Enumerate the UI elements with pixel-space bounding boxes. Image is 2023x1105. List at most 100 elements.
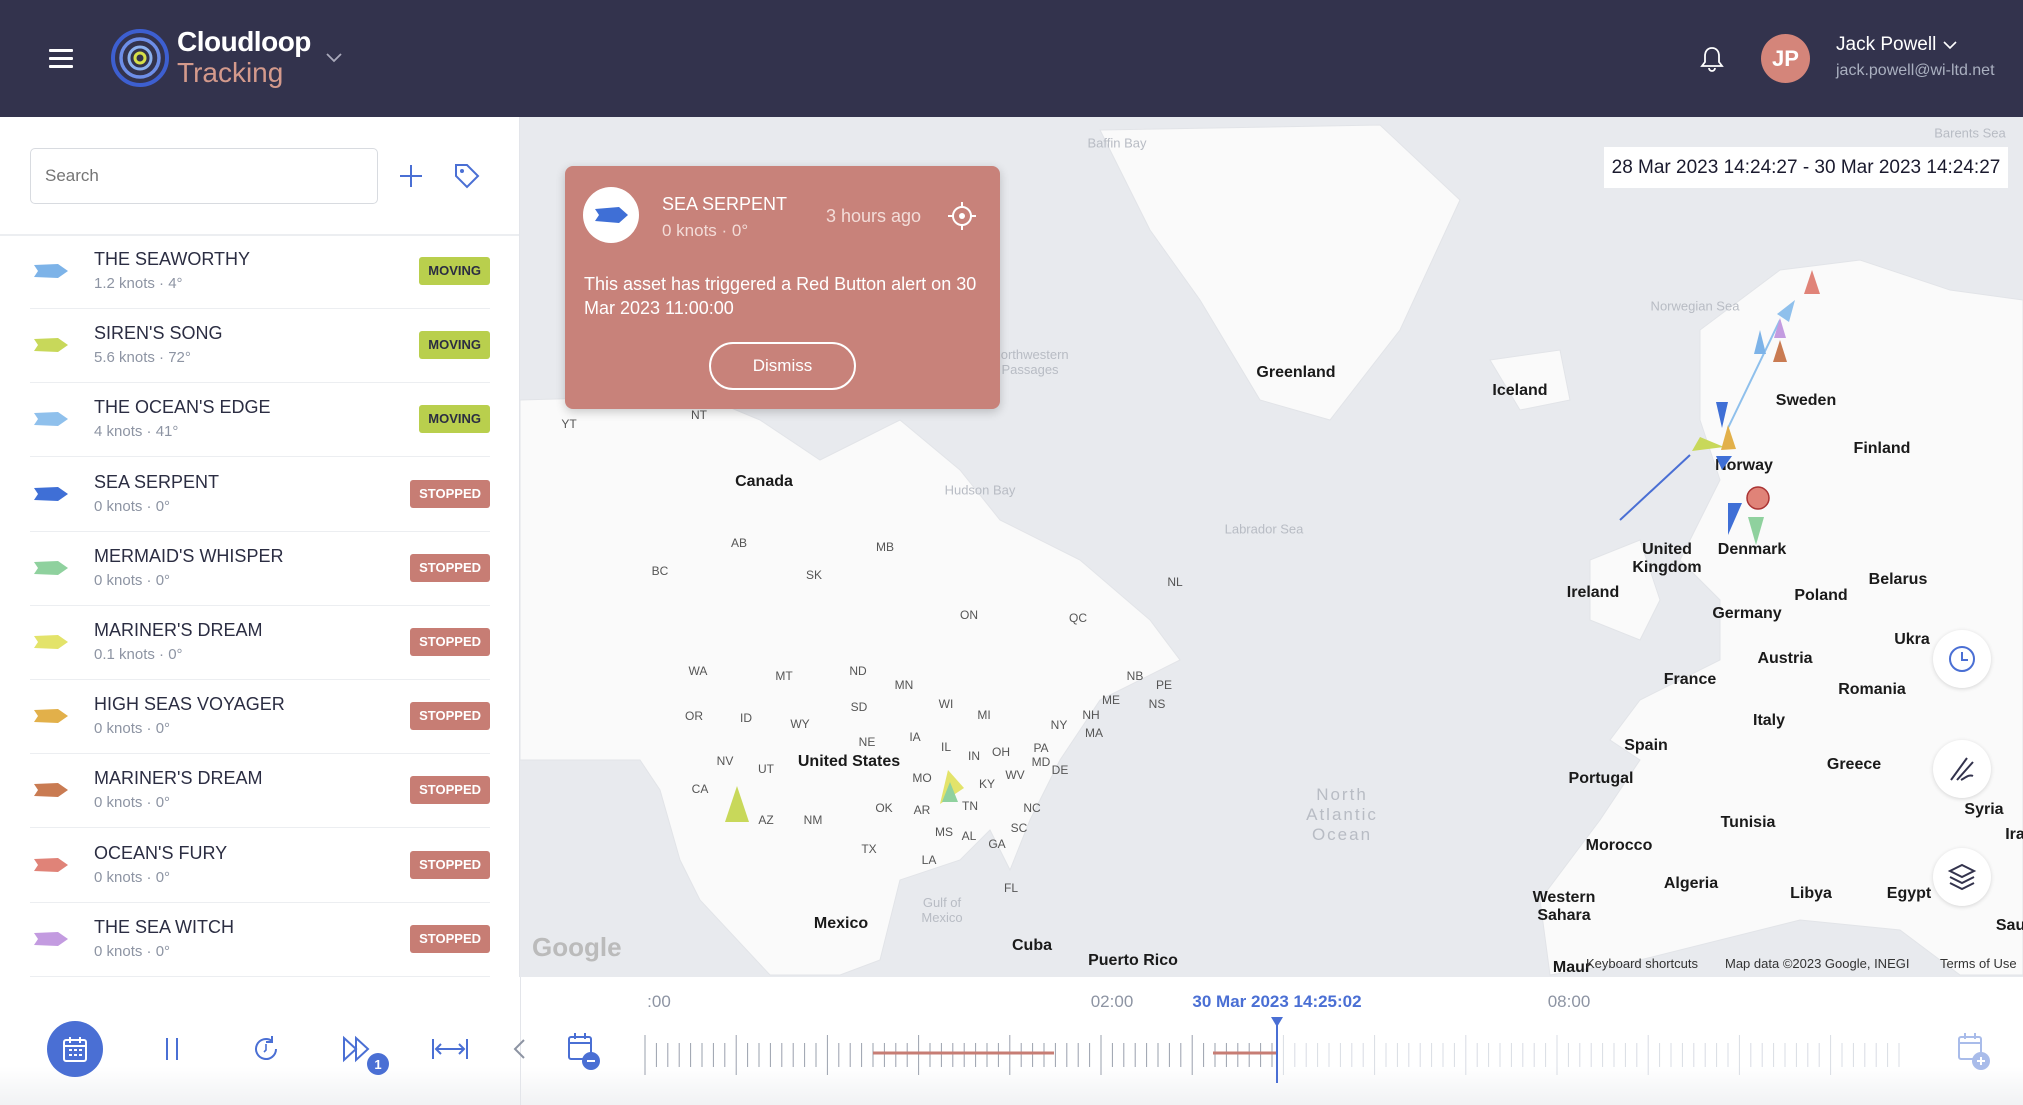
asset-speed-heading: 0 knots · 0° [94,720,171,738]
asset-name: MARINER'S DREAM [94,768,263,789]
asset-speed: 0 knots [94,868,143,886]
asset-speed-heading: 0.1 knots · 0° [94,646,183,663]
asset-speed-heading: 0 knots · 0° [94,868,171,886]
asset-list-item[interactable]: SIREN'S SONG 5.6 knots · 72° MOVING [30,309,490,384]
popup-speed-heading: 0 knots · 0° [662,221,749,240]
asset-speed: 0 knots [94,942,143,960]
keyboard-shortcuts-link[interactable]: Keyboard shortcuts [1586,956,1698,971]
vessel-icon [34,338,68,353]
timeline-cursor-handle [1271,1017,1283,1027]
asset-list-item[interactable]: THE SEA WITCH 0 knots · 0° STOPPED [30,903,490,977]
vessel-marker-alert [1746,486,1770,510]
vessel-marker [1692,437,1724,451]
asset-heading: 4° [168,275,183,292]
vessel-icon [34,783,68,798]
asset-icon-circle [583,187,639,243]
layers-icon [1947,863,1977,891]
asset-name: HIGH SEAS VOYAGER [94,694,285,715]
asset-name: THE SEAWORTHY [94,249,251,269]
terms-link[interactable]: Terms of Use [1940,956,2017,971]
asset-heading: 0° [155,497,171,515]
date-range-display[interactable]: 28 Mar 2023 14:24:27 - 30 Mar 2023 14:24… [1604,147,2008,188]
draw-icon [1950,757,1974,781]
asset-name: OCEAN'S FURY [94,842,228,863]
tag-icon[interactable] [453,162,481,190]
status-badge: STOPPED [410,479,490,508]
asset-speed: 4 knots [94,423,143,441]
vessel-marker [725,786,749,822]
asset-speed: 0.1 knots [94,646,155,663]
status-badge: STOPPED [410,702,490,731]
chevron-down-icon[interactable] [326,53,342,63]
vessel-marker [1773,340,1787,362]
asset-name: SEA SERPENT [94,471,220,492]
vessel-icon [34,264,68,278]
search-input[interactable] [30,148,378,204]
asset-speed-heading: 0 knots · 0° [94,794,171,812]
user-email: jack.powell@wi-ltd.net [1836,62,1995,79]
vessel-icon [34,486,68,501]
asset-speed-heading: 5.6 knots · 72° [94,349,191,367]
vessel-icon [34,709,68,724]
popup-asset-name: SEA SERPENT [662,194,788,214]
asset-list-item[interactable]: HIGH SEAS VOYAGER 0 knots · 0° STOPPED [30,680,490,755]
asset-name: MERMAID'S WHISPER [94,545,284,566]
google-logo: Google [532,932,622,962]
user-name[interactable]: Jack Powell [1836,34,1936,56]
status-badge: MOVING [419,405,490,434]
asset-heading: 0° [155,720,171,738]
locate-icon[interactable] [947,201,977,231]
status-badge: MOVING [419,331,490,360]
menu-icon[interactable] [49,44,73,73]
vessel-marker [1716,456,1732,470]
alert-popup: SEA SERPENT 0 knots · 0° 3 hours ago Thi… [565,166,1000,409]
asset-speed-heading: 0 knots · 0° [94,497,171,515]
status-badge: STOPPED [410,850,490,879]
asset-speed-heading: 1.2 knots · 4° [94,275,183,292]
timeline-bar: 1 :00 02:00 30 Mar 2023 14:25:02 08:00 [0,977,2023,1105]
asset-heading: 41° [155,423,179,441]
status-badge: STOPPED [410,776,490,805]
asset-list-item[interactable]: SEA SERPENT 0 knots · 0° STOPPED [30,458,490,532]
vessel-marker [1748,517,1764,545]
asset-list-item[interactable]: MERMAID'S WHISPER 0 knots · 0° STOPPED [30,532,490,606]
avatar[interactable]: JP [1761,34,1810,83]
asset-speed: 0 knots [94,571,143,589]
asset-speed: 0 knots [94,497,143,515]
layers-button[interactable] [1933,848,1991,906]
asset-list-item[interactable]: OCEAN'S FURY 0 knots · 0° STOPPED [30,829,490,903]
asset-speed-heading: 0 knots · 0° [94,942,171,960]
asset-speed-heading: 4 knots · 41° [94,423,179,441]
dismiss-button[interactable]: Dismiss [709,342,856,390]
vessel-marker [1774,318,1786,338]
asset-list-item[interactable]: THE OCEAN'S EDGE 4 knots · 41° MOVING [30,383,490,458]
asset-heading: 0° [155,571,171,589]
asset-name: THE OCEAN'S EDGE [94,397,271,418]
asset-name: MARINER'S DREAM [94,620,263,640]
user-chevron-down-icon[interactable] [1943,41,1957,50]
history-button[interactable] [1933,630,1991,688]
asset-name: SIREN'S SONG [94,323,223,344]
asset-speed: 0 knots [94,794,143,812]
add-icon[interactable] [399,164,423,188]
asset-speed: 1.2 knots [94,275,155,292]
asset-heading: 0° [168,646,183,663]
asset-list-item[interactable]: MARINER'S DREAM 0.1 knots · 0° STOPPED [30,606,490,680]
vessel-marker [1721,425,1736,450]
vessel-icon [34,857,68,872]
popup-message: This asset has triggered a Red Button al… [584,274,977,318]
draw-button[interactable] [1933,740,1991,798]
timeline-track[interactable] [0,977,2023,1105]
asset-sidebar: THE SEAWORTHY 1.2 knots · 4° MOVING SIRE… [0,117,520,977]
vessel-marker [1754,330,1766,354]
asset-list-item[interactable]: THE SEAWORTHY 1.2 knots · 4° MOVING [30,235,490,309]
status-badge: STOPPED [410,628,490,656]
asset-heading: 0° [155,794,171,812]
app-logo[interactable]: Cloudloop Tracking [177,26,311,88]
bell-icon[interactable] [1700,45,1724,73]
status-badge: MOVING [419,257,490,285]
cloudloop-logo-icon [111,29,169,87]
vessel-icon [34,560,68,575]
map-data-attribution: Map data ©2023 Google, INEGI [1725,956,1910,971]
asset-list-item[interactable]: MARINER'S DREAM 0 knots · 0° STOPPED [30,754,490,829]
